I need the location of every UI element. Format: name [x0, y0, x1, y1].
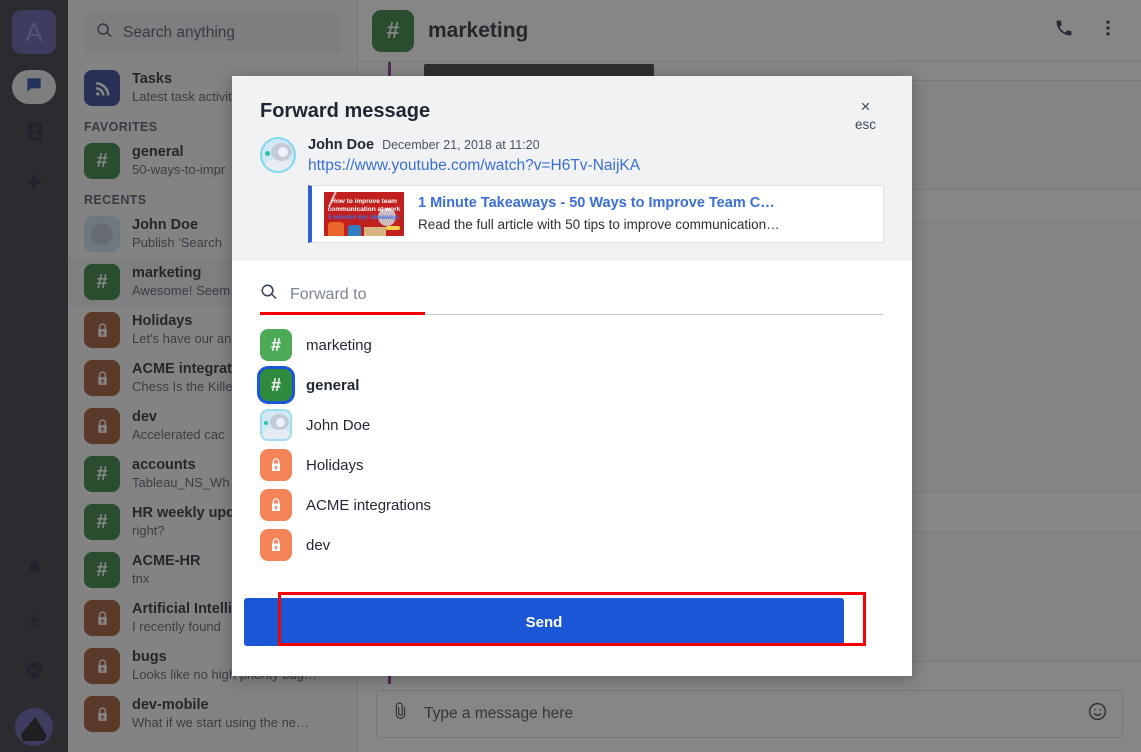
close-esc-label: esc: [855, 117, 876, 134]
link-preview-description: Read the full article with 50 tips to im…: [418, 215, 871, 235]
search-icon: [260, 283, 278, 306]
forward-target-john-doe[interactable]: John Doe: [260, 405, 884, 445]
lock-icon: [260, 489, 292, 521]
link-preview-title[interactable]: 1 Minute Takeaways - 50 Ways to Improve …: [418, 193, 871, 213]
close-button[interactable]: × esc: [855, 96, 876, 134]
close-icon: ×: [855, 96, 876, 117]
message-link[interactable]: https://www.youtube.com/watch?v=H6Tv-Nai…: [308, 157, 884, 175]
forward-target-dev[interactable]: dev: [260, 525, 884, 565]
forward-target-label: dev: [306, 537, 330, 554]
forward-message-dialog: Forward message × esc John Doe December …: [232, 76, 912, 676]
message-author: John Doe: [308, 137, 374, 153]
forward-target-marketing[interactable]: # marketing: [260, 325, 884, 365]
hash-icon: #: [260, 369, 292, 401]
forward-to-field[interactable]: Forward to: [260, 283, 884, 315]
thumbnail-line-2: 5 minutes key takeaways: [324, 215, 404, 222]
forwarded-message-body: John Doe December 21, 2018 at 11:20 http…: [308, 137, 884, 243]
link-preview-card[interactable]: How to improve team communication at wor…: [308, 185, 884, 243]
lock-icon: [260, 449, 292, 481]
send-button[interactable]: Send: [244, 598, 844, 646]
forward-target-label: John Doe: [306, 417, 370, 434]
forward-target-label: ACME integrations: [306, 497, 431, 514]
link-preview-thumbnail: How to improve team communication at wor…: [324, 192, 404, 236]
dialog-header: Forward message × esc John Doe December …: [232, 76, 912, 261]
forward-target-list: # marketing # general John Doe Holidays ACME i…: [260, 325, 884, 565]
forward-to-placeholder: Forward to: [290, 286, 366, 304]
avatar: [260, 409, 292, 441]
message-timestamp: December 21, 2018 at 11:20: [382, 138, 540, 152]
dialog-title: Forward message: [260, 100, 884, 123]
thumbnail-line-1: How to improve team communication at wor…: [324, 198, 404, 214]
hash-icon: #: [260, 329, 292, 361]
forward-target-label: marketing: [306, 337, 372, 354]
link-preview-text: 1 Minute Takeaways - 50 Ways to Improve …: [418, 193, 871, 235]
forward-target-label: Holidays: [306, 457, 364, 474]
field-highlight-annotation: [260, 312, 425, 315]
forwarded-message-meta: John Doe December 21, 2018 at 11:20: [308, 137, 884, 153]
forward-target-general[interactable]: # general: [260, 365, 884, 405]
dialog-footer: Send: [232, 598, 912, 676]
forward-target-acme-integrations[interactable]: ACME integrations: [260, 485, 884, 525]
lock-icon: [260, 529, 292, 561]
app-root: A: [0, 0, 1141, 752]
dialog-body: Forward to # marketing # general John Doe Hol…: [232, 261, 912, 598]
forward-target-label: general: [306, 377, 359, 394]
avatar: [260, 137, 296, 173]
forwarded-message: John Doe December 21, 2018 at 11:20 http…: [260, 137, 884, 243]
forward-target-holidays[interactable]: Holidays: [260, 445, 884, 485]
